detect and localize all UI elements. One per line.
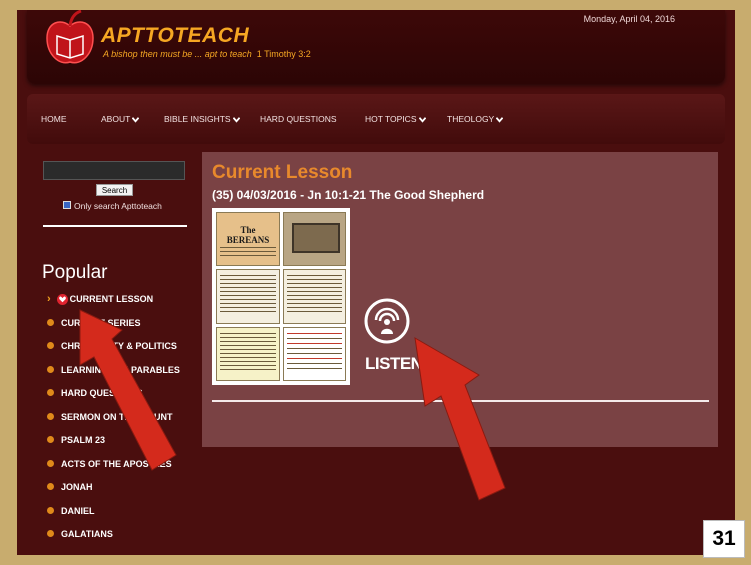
bullet-icon xyxy=(47,506,54,514)
popular-item-label: GALATIANS xyxy=(61,529,113,539)
popular-item-jonah[interactable]: JONAH xyxy=(47,482,180,506)
bullet-icon xyxy=(47,365,54,373)
nav-label: HOT TOPICS xyxy=(365,114,417,124)
nav-label: HOME xyxy=(41,114,67,124)
browser-page: APTTOTEACH A bishop then must be ... apt… xyxy=(17,10,735,555)
annotation-arrow-icon xyxy=(79,309,177,471)
annotation-arrow-icon xyxy=(414,337,506,501)
only-search-option[interactable]: Only search Apttoteach xyxy=(63,201,162,211)
tagline-reference: 1 Timothy 3:2 xyxy=(256,49,311,59)
nav-label: THEOLOGY xyxy=(447,114,495,124)
header-date: Monday, April 04, 2016 xyxy=(583,14,675,24)
main-nav: HOME ABOUT BIBLE INSIGHTS HARD QUESTIONS… xyxy=(27,94,725,144)
site-brand[interactable]: APTTOTEACH xyxy=(101,24,249,48)
thumbnail-photo xyxy=(282,212,346,267)
nav-item-home[interactable]: HOME xyxy=(41,114,67,124)
popular-item-label: DANIEL xyxy=(61,505,95,516)
slide-number: 31 xyxy=(703,520,745,558)
bullet-icon xyxy=(47,483,54,490)
popular-item-label: CURRENT LESSON xyxy=(69,294,154,304)
thumbnail-text-page xyxy=(216,326,280,381)
tagline-text: A bishop then must be ... apt to teach xyxy=(103,49,252,59)
apple-logo-icon[interactable] xyxy=(41,10,99,70)
sidebar-divider xyxy=(43,225,187,227)
thumbnail-text-page xyxy=(282,326,346,381)
lesson-thumbnail[interactable]: The BEREANS xyxy=(212,208,350,385)
nav-item-theology[interactable]: THEOLOGY xyxy=(447,114,504,124)
thumbnail-text-page xyxy=(216,269,280,324)
chevron-down-icon xyxy=(496,117,504,123)
current-lesson-heading: Current Lesson xyxy=(212,162,353,183)
popular-item-label: JONAH xyxy=(61,482,93,492)
lesson-title[interactable]: (35) 04/03/2016 - Jn 10:1-21 The Good Sh… xyxy=(212,188,484,202)
site-header: APTTOTEACH A bishop then must be ... apt… xyxy=(27,10,725,84)
chevron-down-icon xyxy=(132,117,140,123)
chevron-right-icon: › xyxy=(47,293,51,305)
listen-podcast-icon[interactable] xyxy=(362,298,412,344)
search-button[interactable]: Search xyxy=(96,184,133,196)
chevron-down-icon xyxy=(232,117,240,123)
bullet-icon xyxy=(47,342,54,349)
heart-icon xyxy=(56,294,68,305)
bullet-icon xyxy=(47,412,54,420)
thumbnail-title: The BEREANS xyxy=(226,225,270,245)
popular-item-daniel[interactable]: DANIEL xyxy=(47,506,180,530)
site-tagline: A bishop then must be ... apt to teach 1… xyxy=(103,49,311,59)
only-search-label: Only search Apttoteach xyxy=(74,201,162,211)
nav-item-hard-questions[interactable]: HARD QUESTIONS xyxy=(260,114,337,124)
thumbnail-pages: The BEREANS xyxy=(216,212,346,381)
nav-label: HARD QUESTIONS xyxy=(260,114,337,124)
nav-item-about[interactable]: ABOUT xyxy=(101,114,140,124)
thumbnail-title-page: The BEREANS xyxy=(216,212,280,267)
popular-item-galatians[interactable]: GALATIANS xyxy=(47,529,180,553)
nav-label: BIBLE INSIGHTS xyxy=(164,114,231,124)
popular-heading: Popular xyxy=(42,262,108,283)
nav-item-bible-insights[interactable]: BIBLE INSIGHTS xyxy=(164,114,240,124)
search-input[interactable] xyxy=(43,161,185,180)
chevron-down-icon xyxy=(418,117,426,123)
thumbnail-text-page xyxy=(282,269,346,324)
bullet-icon xyxy=(47,459,54,467)
bullet-icon xyxy=(47,436,54,443)
bullet-icon xyxy=(47,530,54,537)
nav-item-hot-topics[interactable]: HOT TOPICS xyxy=(365,114,426,124)
nav-label: ABOUT xyxy=(101,114,131,124)
only-search-checkbox[interactable] xyxy=(63,201,71,209)
bullet-icon xyxy=(47,389,54,396)
bullet-icon xyxy=(47,318,54,326)
